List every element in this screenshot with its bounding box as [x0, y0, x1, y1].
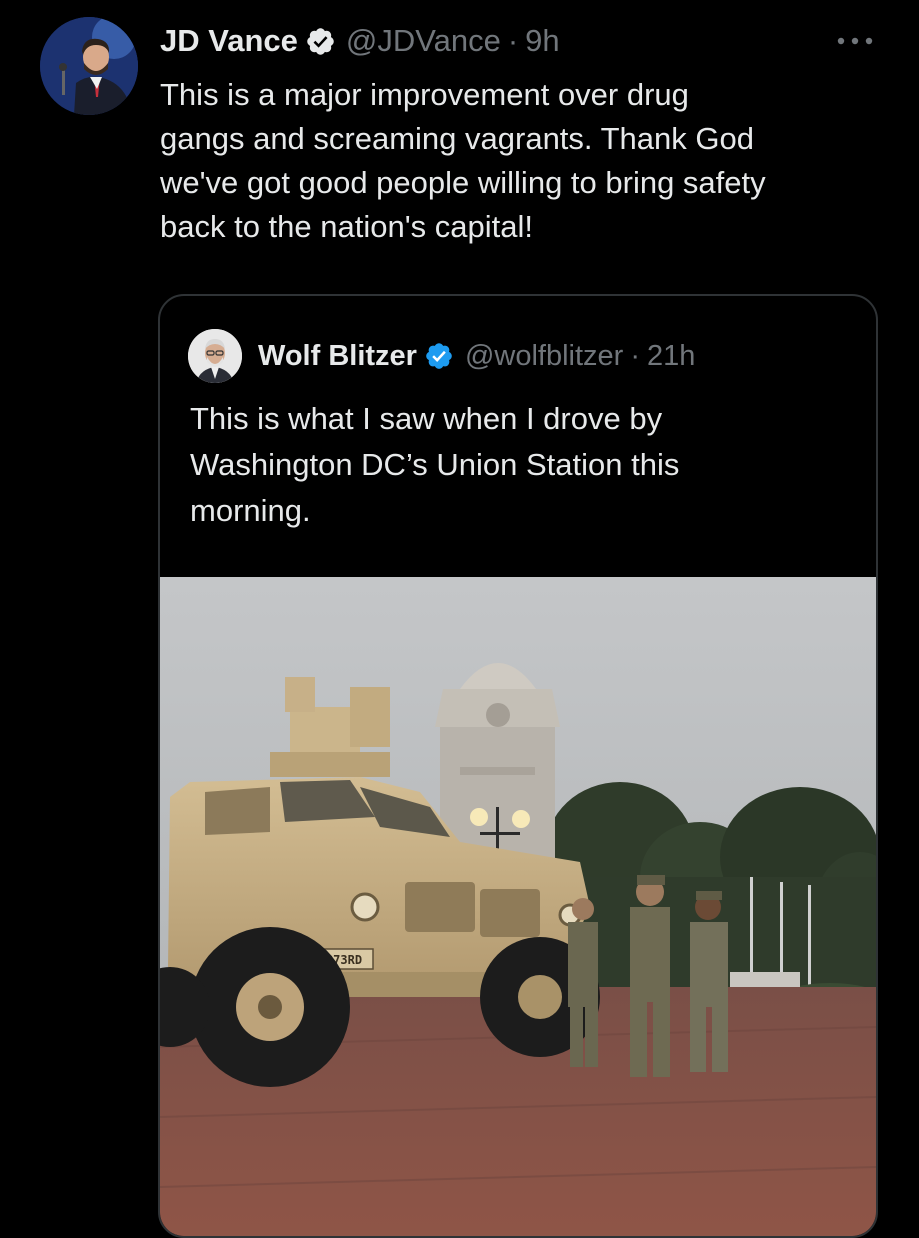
author-handle[interactable]: @JDVance — [346, 23, 501, 59]
author-avatar[interactable] — [40, 17, 138, 115]
quoted-tweet-text: This is what I saw when I drove by Washi… — [190, 396, 850, 534]
more-options-icon — [837, 37, 873, 45]
quoted-tweet-header: Wolf Blitzer @wolfblitzer · 21h — [258, 334, 695, 378]
tweet-text: This is a major improvement over drug ga… — [160, 73, 900, 249]
quoted-text-line: This is what I saw when I drove by — [190, 401, 663, 436]
quoted-tweet[interactable]: Wolf Blitzer @wolfblitzer · 21h This is … — [158, 294, 878, 1238]
tweet-header: JD Vance @JDVance · 9h — [160, 18, 560, 64]
tweet-text-line: gangs and screaming vagrants. Thank God — [160, 121, 754, 156]
tweet-text-line: back to the nation's capital! — [160, 209, 533, 244]
separator-dot: · — [507, 23, 519, 58]
quoted-timestamp[interactable]: 21h — [647, 340, 695, 373]
more-options-button[interactable] — [832, 26, 878, 56]
profile-photo-avatar-icon — [40, 17, 138, 115]
quoted-author-handle[interactable]: @wolfblitzer — [465, 340, 623, 373]
profile-photo-avatar-icon — [188, 329, 242, 383]
quoted-text-line: morning. — [190, 493, 311, 528]
tweet-text-line: we've got good people willing to bring s… — [160, 165, 766, 200]
quoted-author-name[interactable]: Wolf Blitzer — [258, 340, 417, 373]
verified-badge-icon — [305, 26, 336, 57]
timestamp[interactable]: 9h — [525, 23, 559, 59]
tweet-text-line: This is a major improvement over drug — [160, 77, 689, 112]
tweet[interactable]: JD Vance @JDVance · 9h This is a major i… — [0, 0, 919, 1238]
quoted-author-avatar[interactable] — [188, 329, 242, 383]
author-name[interactable]: JD Vance — [160, 23, 298, 59]
tweet-photo[interactable]: 273RD — [160, 577, 876, 1236]
quoted-text-line: Washington DC’s Union Station this — [190, 447, 680, 482]
verified-badge-icon — [424, 341, 454, 371]
separator-dot: · — [630, 339, 641, 372]
military-vehicle-photo: 273RD — [160, 577, 876, 1236]
